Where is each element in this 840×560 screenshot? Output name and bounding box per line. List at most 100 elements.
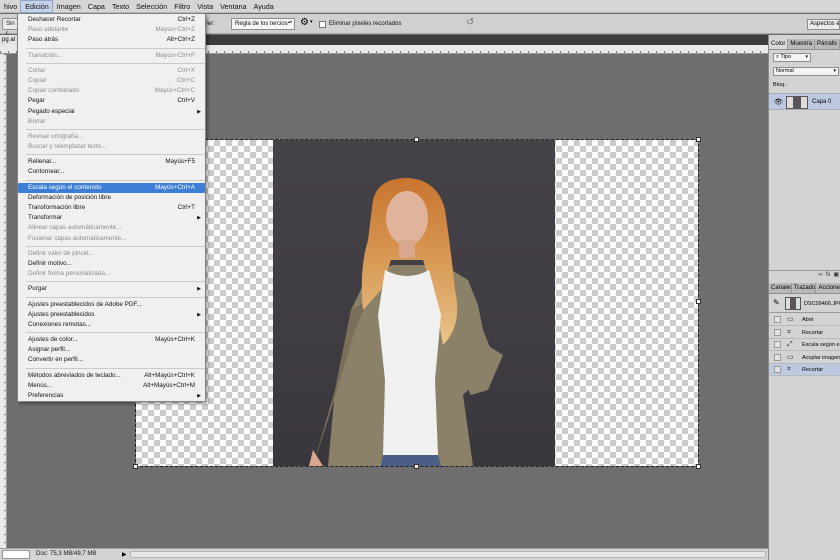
menu-item-deformacion-de-posicion-libre[interactable]: Deformación de posición libre xyxy=(18,193,205,203)
menu-item-asignar-perfil[interactable]: Asignar perfil... xyxy=(18,345,205,355)
history-step[interactable]: ⌗ Recortar xyxy=(769,327,840,339)
tab-muestras[interactable]: Muestra xyxy=(788,39,816,49)
menu-item-shortcut: Mayús+Ctrl+C xyxy=(154,87,195,95)
layers-panel-tabs: Color Muestra Párrafo xyxy=(769,39,840,50)
menu-item-copiar-combinado[interactable]: Copiar combinado Mayús+Ctrl+C xyxy=(18,86,205,96)
menu-selecci-n[interactable]: Selección xyxy=(132,0,170,13)
crop-handle-right[interactable] xyxy=(696,299,701,304)
menu-item-label: Transformar xyxy=(28,214,63,222)
menu-item-contornear[interactable]: Contornear... xyxy=(18,167,205,177)
crop-handle-top[interactable] xyxy=(414,137,419,142)
gear-icon[interactable]: ⚙ xyxy=(300,17,309,29)
history-step-icon: ▭ xyxy=(787,316,794,323)
menu-item-label: Definir valor de pincel... xyxy=(28,249,94,257)
menu-item-borrar[interactable]: Borrar xyxy=(18,117,205,127)
menu-item-definir-valor-de-pincel[interactable]: Definir valor de pincel... xyxy=(18,249,205,259)
menu-texto[interactable]: Texto xyxy=(108,0,132,13)
history-step[interactable]: ⤢ Escala según el contenido xyxy=(769,339,840,351)
menu-item-transformar[interactable]: Transformar ▶ xyxy=(18,213,205,223)
menu-item-menus[interactable]: Menús... Alt+Mayús+Ctrl+M xyxy=(18,381,205,391)
menu-item-shortcut: Alt+Mayús+Ctrl+M xyxy=(143,381,195,389)
menu-item-cortar[interactable]: Cortar Ctrl+X xyxy=(18,66,205,76)
history-snapshot[interactable]: ✎ DSC09466.JPG xyxy=(769,295,840,313)
tab-parrafo[interactable]: Párrafo xyxy=(815,39,840,49)
layer-filter-select[interactable]: ⌕ Tipo xyxy=(773,53,811,62)
history-source-checkbox[interactable] xyxy=(774,341,781,348)
menu-item-label: Conexiones remotas... xyxy=(28,320,91,328)
fx-icon[interactable]: fx xyxy=(826,271,831,279)
menu-item-definir-forma-personalizada[interactable]: Definir forma personalizada... xyxy=(18,269,205,279)
blend-mode-select[interactable]: Normal xyxy=(773,67,839,76)
menu-vista[interactable]: Vista xyxy=(193,0,216,13)
delete-cropped-checkbox[interactable] xyxy=(319,21,326,28)
history-step[interactable]: ▭ Abrir xyxy=(769,314,840,326)
menu-item-fusionar-capas-automaticamente[interactable]: Fusionar capas automáticamente... xyxy=(18,234,205,244)
workspace-button[interactable]: Aspectos esenciales xyxy=(807,19,840,30)
layer-row[interactable]: 👁 Capa 0 xyxy=(769,93,840,110)
menu-archivo[interactable]: hivo xyxy=(0,0,20,13)
menu-item-revisar-ortografia[interactable]: Revisar ortografía... xyxy=(18,132,205,142)
menu-item-paso-adelante[interactable]: Paso adelante Mayús+Ctrl+Z xyxy=(18,25,205,35)
menu-item-escala-segun-el-contenido[interactable]: Escala según el contenido Mayús+Ctrl+A xyxy=(18,182,205,193)
menu-item-ajustes-de-color[interactable]: Ajustes de color... Mayús+Ctrl+K xyxy=(18,335,205,345)
menu-item-pegar[interactable]: Pegar Ctrl+V xyxy=(18,96,205,106)
menu-item-label: Ajustes preestablecidos xyxy=(28,310,95,318)
menu-item-rellenar[interactable]: Rellenar... Mayús+F5 xyxy=(18,157,205,167)
menu-item-label: Rellenar... xyxy=(28,158,57,166)
menu-item-copiar[interactable]: Copiar Ctrl+C xyxy=(18,76,205,86)
submenu-arrow-icon: ▶ xyxy=(197,311,201,318)
history-step[interactable]: ▭ Acoplar imagen xyxy=(769,352,840,364)
history-step[interactable]: ⌗ Recortar xyxy=(769,364,840,376)
menu-filtro[interactable]: Filtro xyxy=(170,0,193,13)
menu-item-shortcut: Ctrl+T xyxy=(177,204,195,211)
menu-imagen[interactable]: Imagen xyxy=(53,0,84,13)
tab-color[interactable]: Color xyxy=(769,39,789,49)
menu-item-paso-atras[interactable]: Paso atrás Alt+Ctrl+Z xyxy=(18,35,205,45)
history-source-checkbox[interactable] xyxy=(774,328,781,336)
menu-item-pegado-especial[interactable]: Pegado especial ▶ xyxy=(18,107,205,117)
history-brush-icon[interactable]: ✎ xyxy=(773,298,780,307)
menu-capa[interactable]: Capa xyxy=(84,0,108,13)
menu-edici-n[interactable]: Edición xyxy=(20,0,53,13)
link-icon[interactable]: ∞ xyxy=(818,271,822,279)
history-source-checkbox[interactable] xyxy=(774,353,781,361)
horizontal-scrollbar[interactable] xyxy=(130,551,766,558)
menu-item-preferencias[interactable]: Preferencias ▶ xyxy=(18,391,205,401)
document-tab[interactable]: pg al 5 xyxy=(0,35,18,45)
menu-item-transformacion-libre[interactable]: Transformación libre Ctrl+T xyxy=(18,203,205,213)
history-source-checkbox[interactable] xyxy=(774,316,781,323)
history-source-checkbox[interactable] xyxy=(774,366,781,373)
menu-item-label: Paso atrás xyxy=(28,36,59,44)
reset-icon[interactable]: ↺ xyxy=(466,17,474,29)
menu-item-metodos-abreviados-de-teclado[interactable]: Métodos abreviados de teclado... Alt+Mayú… xyxy=(18,371,205,381)
menu-ayuda[interactable]: Ayuda xyxy=(250,0,277,13)
crop-handle-top-right[interactable] xyxy=(696,137,701,142)
zoom-field[interactable] xyxy=(2,550,30,559)
crop-bounding-box[interactable] xyxy=(135,139,699,467)
menu-item-alinear-capas-automaticamente[interactable]: Alinear capas automáticamente... xyxy=(18,223,205,233)
menu-item-ajustes-preestablecidos[interactable]: Ajustes preestablecidos ▶ xyxy=(18,310,205,320)
crop-handle-bottom-right[interactable] xyxy=(696,464,701,469)
tab-canales[interactable]: Canales xyxy=(769,283,792,293)
menu-item-definir-motivo[interactable]: Definir motivo... xyxy=(18,259,205,269)
menu-item-convertir-en-perfil[interactable]: Convertir en perfil... xyxy=(18,355,205,365)
trash-icon[interactable]: ▣ xyxy=(833,271,839,279)
tab-trazados[interactable]: Trazados xyxy=(792,283,817,293)
menu-item-purgar[interactable]: Purgar ▶ xyxy=(18,284,205,294)
menu-ventana[interactable]: Ventana xyxy=(216,0,249,13)
tab-acciones[interactable]: Acciones xyxy=(816,283,840,293)
menu-item-deshacer-recortar[interactable]: Deshacer Recortar Ctrl+Z xyxy=(18,15,205,25)
crop-handle-bottom[interactable] xyxy=(414,464,419,469)
menu-item-transicion[interactable]: Transición... Mayús+Ctrl+F xyxy=(18,51,205,61)
menu-bar: hivo Edición Imagen Capa Texto Selección Filtr… xyxy=(0,0,840,13)
status-menu-arrow-icon[interactable]: ▶ xyxy=(122,551,127,558)
crop-handle-bottom-left[interactable] xyxy=(133,464,138,469)
menu-item-ajustes-preestablecidos-de-adobe-pdf[interactable]: Ajustes preestablecidos de Adobe PDF... xyxy=(18,300,205,310)
eye-icon[interactable]: 👁 xyxy=(774,98,783,106)
menu-item-buscar-y-reemplazar-texto[interactable]: Buscar y reemplazar texto... xyxy=(18,142,205,152)
menu-separator xyxy=(26,154,205,156)
chevron-down-icon[interactable]: ▾ xyxy=(310,19,313,25)
menu-item-conexiones-remotas[interactable]: Conexiones remotas... xyxy=(18,320,205,330)
menu-separator xyxy=(26,281,205,283)
overlay-select[interactable]: Regla de los tercios xyxy=(231,18,295,30)
